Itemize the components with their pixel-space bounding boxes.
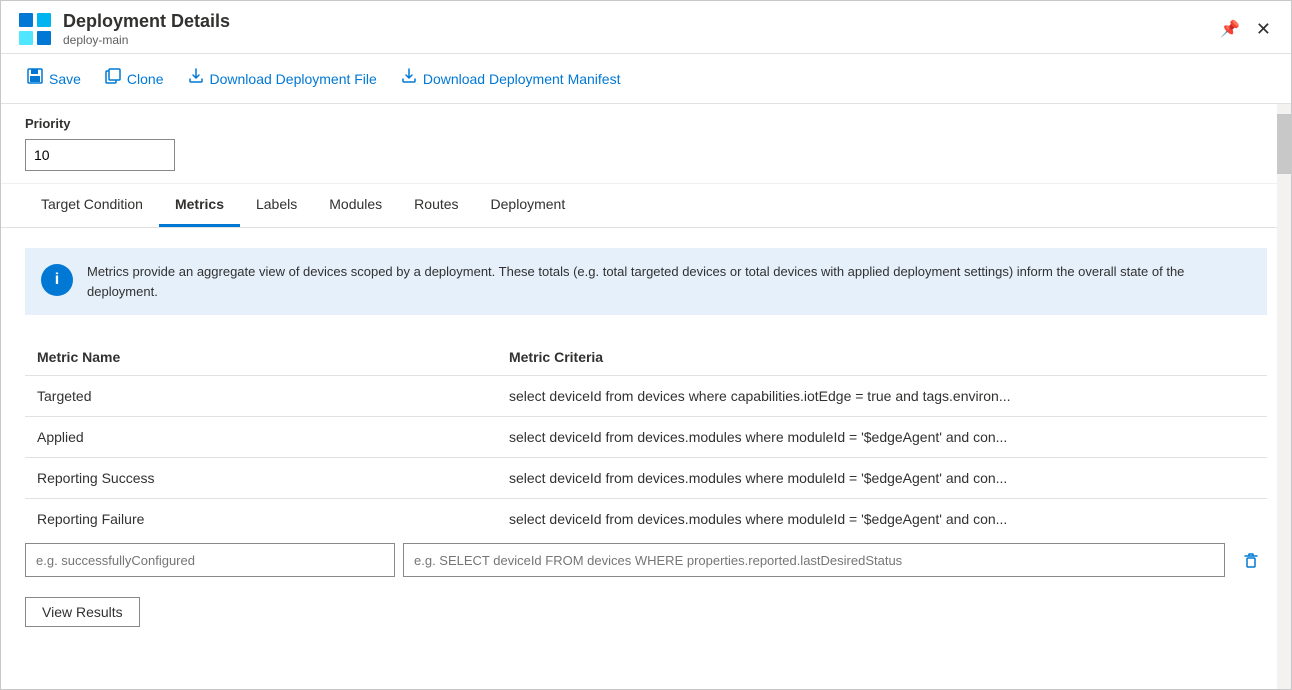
download-file-label: Download Deployment File xyxy=(210,71,377,87)
new-metric-name-input[interactable] xyxy=(25,543,395,577)
metric-criteria-cell: select deviceId from devices.modules whe… xyxy=(497,458,1267,499)
clone-label: Clone xyxy=(127,71,164,87)
col-header-metric-name: Metric Name xyxy=(25,339,497,376)
toolbar: Save Clone Download Deployment File xyxy=(1,54,1291,104)
tab-modules[interactable]: Modules xyxy=(313,184,398,227)
scrollbar-thumb[interactable] xyxy=(1277,114,1291,174)
metric-name-cell: Applied xyxy=(25,417,497,458)
view-results-label: View Results xyxy=(42,604,123,620)
tab-routes[interactable]: Routes xyxy=(398,184,474,227)
info-text: Metrics provide an aggregate view of dev… xyxy=(87,262,1251,301)
save-icon xyxy=(27,68,43,89)
app-logo xyxy=(17,11,53,47)
window-title: Deployment Details xyxy=(63,11,1216,33)
content-area: Priority Target Condition Metrics Labels… xyxy=(1,104,1291,689)
clone-button[interactable]: Clone xyxy=(95,62,174,95)
priority-label: Priority xyxy=(25,116,1267,131)
metrics-table: Metric Name Metric Criteria Targeted sel… xyxy=(25,339,1267,539)
tab-deployment[interactable]: Deployment xyxy=(475,184,582,227)
info-icon: i xyxy=(41,264,73,296)
close-button[interactable]: ✕ xyxy=(1252,15,1275,44)
delete-new-row-button[interactable] xyxy=(1235,546,1267,574)
pin-icon: 📌 xyxy=(1220,21,1240,38)
priority-section: Priority xyxy=(1,104,1291,184)
metric-criteria-cell: select deviceId from devices.modules whe… xyxy=(497,499,1267,540)
table-header-row: Metric Name Metric Criteria xyxy=(25,339,1267,376)
tab-metrics[interactable]: Metrics xyxy=(159,184,240,227)
download-file-icon xyxy=(188,68,204,89)
info-banner: i Metrics provide an aggregate view of d… xyxy=(25,248,1267,315)
table-row: Reporting Success select deviceId from d… xyxy=(25,458,1267,499)
title-bar: Deployment Details deploy-main 📌 ✕ xyxy=(1,1,1291,54)
new-metric-criteria-input[interactable] xyxy=(403,543,1225,577)
download-manifest-label: Download Deployment Manifest xyxy=(423,71,621,87)
metric-criteria-cell: select deviceId from devices.modules whe… xyxy=(497,417,1267,458)
table-row: Applied select deviceId from devices.mod… xyxy=(25,417,1267,458)
clone-icon xyxy=(105,68,121,89)
main-content: i Metrics provide an aggregate view of d… xyxy=(1,228,1291,647)
tab-labels[interactable]: Labels xyxy=(240,184,313,227)
metric-name-cell: Targeted xyxy=(25,376,497,417)
col-header-metric-criteria: Metric Criteria xyxy=(497,339,1267,376)
table-row: Reporting Failure select deviceId from d… xyxy=(25,499,1267,540)
tabs-bar: Target Condition Metrics Labels Modules … xyxy=(1,184,1291,228)
scroll-area: Priority Target Condition Metrics Labels… xyxy=(1,104,1291,689)
scrollbar-track[interactable] xyxy=(1277,104,1291,689)
download-manifest-button[interactable]: Download Deployment Manifest xyxy=(391,62,631,95)
priority-input[interactable] xyxy=(25,139,175,171)
download-manifest-icon xyxy=(401,68,417,89)
pin-button[interactable]: 📌 xyxy=(1216,15,1244,43)
new-row-inputs xyxy=(25,543,1267,577)
title-text: Deployment Details deploy-main xyxy=(63,11,1216,47)
metric-criteria-cell: select deviceId from devices where capab… xyxy=(497,376,1267,417)
view-results-button[interactable]: View Results xyxy=(25,597,140,627)
title-bar-actions: 📌 ✕ xyxy=(1216,15,1275,44)
tab-target-condition[interactable]: Target Condition xyxy=(25,184,159,227)
window-subtitle: deploy-main xyxy=(63,33,1216,47)
table-row: Targeted select deviceId from devices wh… xyxy=(25,376,1267,417)
save-button[interactable]: Save xyxy=(17,62,91,95)
download-file-button[interactable]: Download Deployment File xyxy=(178,62,387,95)
save-label: Save xyxy=(49,71,81,87)
close-icon: ✕ xyxy=(1256,19,1271,39)
metric-name-cell: Reporting Success xyxy=(25,458,497,499)
metric-name-cell: Reporting Failure xyxy=(25,499,497,540)
window: Deployment Details deploy-main 📌 ✕ Save xyxy=(0,0,1292,690)
trash-icon xyxy=(1241,550,1261,570)
